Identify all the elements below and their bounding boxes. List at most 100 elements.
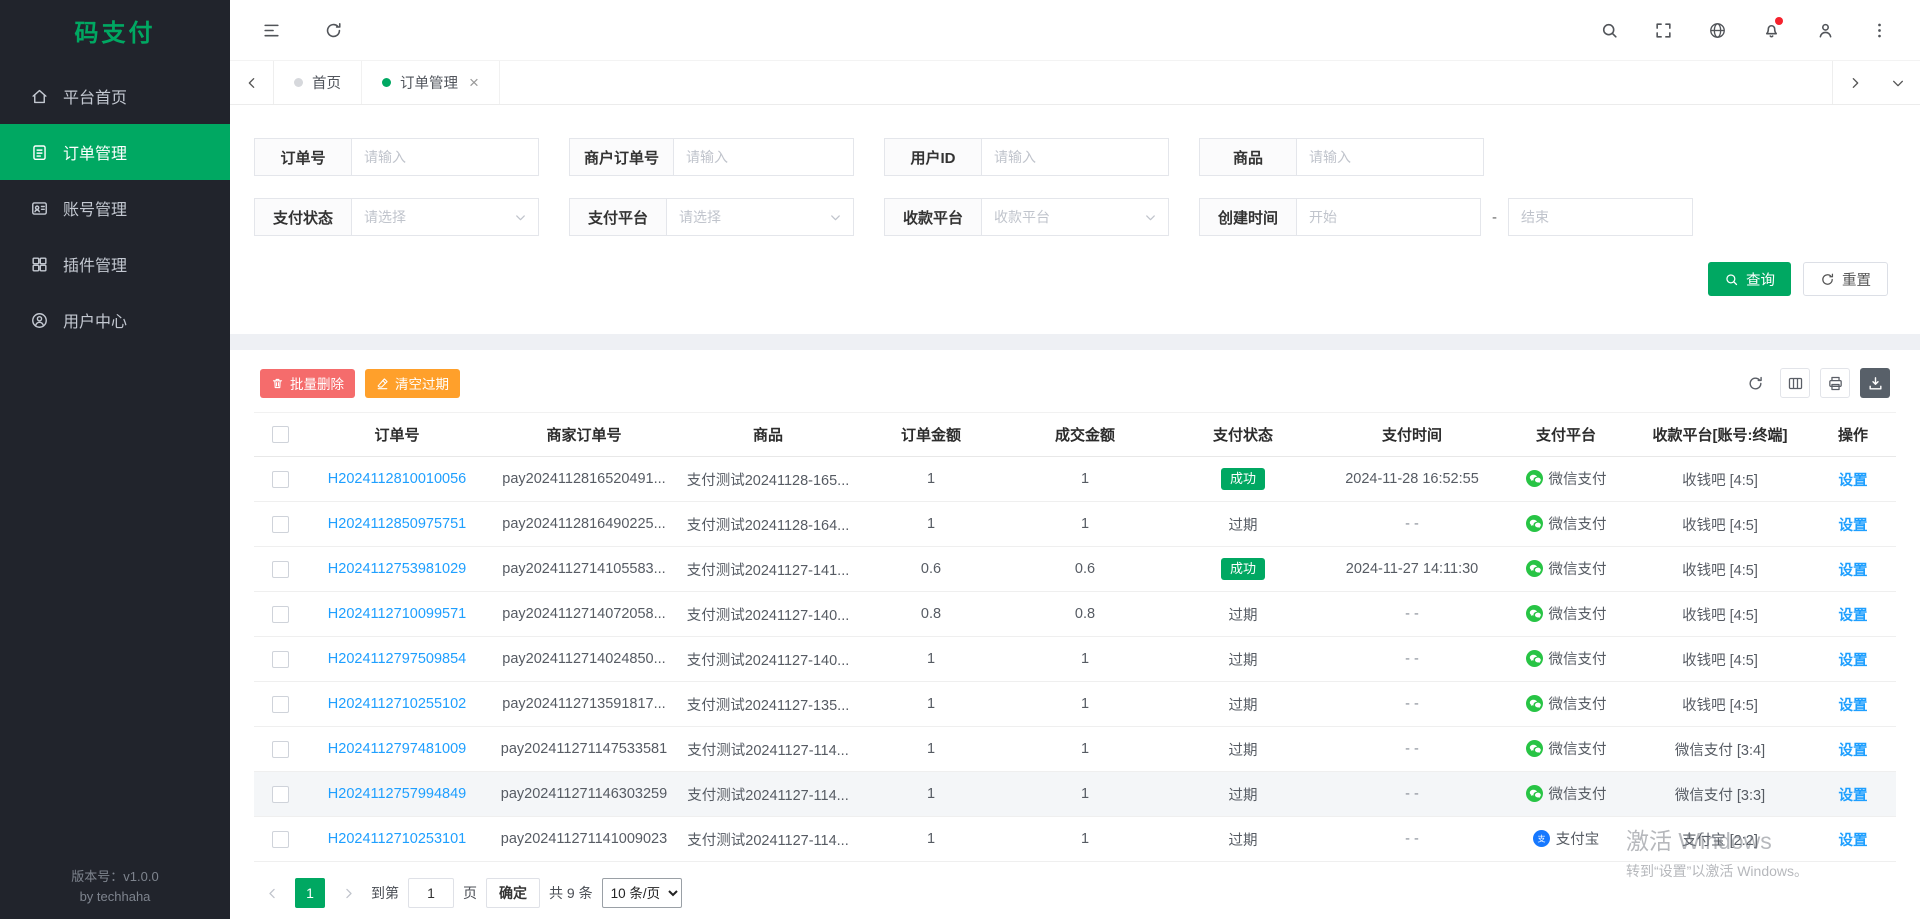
merchant-order-no-cell: pay2024112714072058... [488,592,680,637]
receiver-platform-cell: 收钱吧 [4:5] [1630,682,1810,727]
pay-time-cell: - - [1322,592,1502,637]
order-no-link[interactable]: H2024112810010056 [328,471,466,487]
sidebar-item-label: 平台首页 [63,84,127,108]
prev-page-button[interactable] [258,878,286,908]
row-checkbox[interactable] [272,471,289,488]
row-checkbox[interactable] [272,831,289,848]
order-amount-cell: 0.6 [856,547,1006,592]
pay-status-select[interactable]: 请选择 [351,198,539,236]
svg-text:支: 支 [1537,833,1545,843]
table-header-row: 订单号商家订单号商品订单金额成交金额支付状态支付时间支付平台收款平台[账号:终端… [254,413,1896,457]
order-no-link[interactable]: H2024112753981029 [328,561,466,577]
settings-link[interactable]: 设置 [1839,833,1868,849]
page-number-button[interactable]: 1 [295,878,325,908]
tab-home[interactable]: 首页 [274,61,362,104]
pay-status-cell: 成功 [1164,547,1322,592]
goto-confirm-button[interactable]: 确定 [486,878,540,908]
paid-amount-cell: 1 [1006,457,1164,502]
refresh-icon [1747,375,1764,392]
date-end-input[interactable] [1508,198,1693,236]
clear-expired-button[interactable]: 清空过期 [365,369,460,398]
order-no-link[interactable]: H2024112710253101 [328,831,466,847]
more-button[interactable] [1860,11,1898,49]
product-input[interactable] [1296,138,1484,176]
platform-label: 微信支付 [1549,738,1607,759]
order-no-link[interactable]: H2024112797509854 [328,651,466,667]
order-no-link[interactable]: H2024112797481009 [328,741,466,757]
page-size-select[interactable]: 10 条/页 [602,878,682,908]
row-checkbox[interactable] [272,561,289,578]
tab-close-icon[interactable]: × [469,74,479,91]
columns-button[interactable] [1780,368,1810,398]
order-no-link[interactable]: H2024112850975751 [328,516,466,532]
row-select-cell [254,457,306,502]
settings-link[interactable]: 设置 [1839,653,1868,669]
order-no-input[interactable] [351,138,539,176]
merchant-order-no-input[interactable] [673,138,854,176]
notifications-button[interactable] [1752,11,1790,49]
main-area: 首页订单管理× 订单号商户订单号用户ID商品 支付状态请选择支付平台请选择收款平… [230,0,1920,919]
refresh-button[interactable] [314,11,352,49]
tabs-scroll-left-button[interactable] [230,61,274,104]
receiver-platform-select[interactable]: 收款平台 [981,198,1169,236]
sidebar-item-home[interactable]: 平台首页 [0,68,230,124]
reset-button[interactable]: 重置 [1803,262,1888,296]
order-no-link[interactable]: H2024112710255102 [328,696,466,712]
caret-down-icon [1143,210,1158,225]
status-badge: 成功 [1221,468,1265,491]
settings-link[interactable]: 设置 [1839,473,1868,489]
status-text: 过期 [1229,698,1258,714]
table-toolbar-left: 批量删除 清空过期 [260,369,460,398]
settings-link[interactable]: 设置 [1839,788,1868,804]
row-select-cell [254,772,306,817]
select-all-checkbox[interactable] [272,426,289,443]
order-no-link[interactable]: H2024112757994849 [328,786,466,802]
sidebar-item-accounts[interactable]: 账号管理 [0,180,230,236]
order-no-link[interactable]: H2024112710099571 [328,606,466,622]
collapse-menu-button[interactable] [252,11,290,49]
row-checkbox[interactable] [272,741,289,758]
row-select-cell [254,637,306,682]
settings-link[interactable]: 设置 [1839,608,1868,624]
tabs-menu-button[interactable] [1876,61,1920,104]
export-button[interactable] [1860,368,1890,398]
merchant-order-no-cell: pay2024112816490225... [488,502,680,547]
action-cell: 设置 [1810,772,1896,817]
batch-delete-button[interactable]: 批量删除 [260,369,355,398]
goto-page-input[interactable] [408,878,454,908]
settings-link[interactable]: 设置 [1839,563,1868,579]
print-button[interactable] [1820,368,1850,398]
sidebar-item-user-center[interactable]: 用户中心 [0,292,230,348]
row-checkbox[interactable] [272,606,289,623]
search-button[interactable] [1590,11,1628,49]
settings-link[interactable]: 设置 [1839,518,1868,534]
fullscreen-button[interactable] [1644,11,1682,49]
row-checkbox[interactable] [272,696,289,713]
tab-orders[interactable]: 订单管理× [362,61,500,104]
wechat-icon [1526,515,1543,532]
row-select-cell [254,592,306,637]
language-button[interactable] [1698,11,1736,49]
row-checkbox[interactable] [272,651,289,668]
filter-label: 支付平台 [569,198,666,236]
sidebar-item-plugins[interactable]: 插件管理 [0,236,230,292]
paid-amount-cell: 1 [1006,727,1164,772]
sidebar-item-label: 用户中心 [63,308,127,332]
pay-platform-select[interactable]: 请选择 [666,198,854,236]
user-button[interactable] [1806,11,1844,49]
user-id-input[interactable] [981,138,1169,176]
date-start-input[interactable] [1296,198,1481,236]
row-checkbox[interactable] [272,516,289,533]
tab-label: 首页 [312,72,341,93]
select-placeholder: 请选择 [679,207,721,227]
row-checkbox[interactable] [272,786,289,803]
status-text: 过期 [1229,788,1258,804]
order-no-cell: H2024112757994849 [306,772,488,817]
query-button[interactable]: 查询 [1708,262,1791,296]
refresh-button[interactable] [1740,368,1770,398]
settings-link[interactable]: 设置 [1839,698,1868,714]
sidebar-item-orders[interactable]: 订单管理 [0,124,230,180]
tabs-scroll-right-button[interactable] [1832,61,1876,104]
settings-link[interactable]: 设置 [1839,743,1868,759]
next-page-button[interactable] [334,878,362,908]
